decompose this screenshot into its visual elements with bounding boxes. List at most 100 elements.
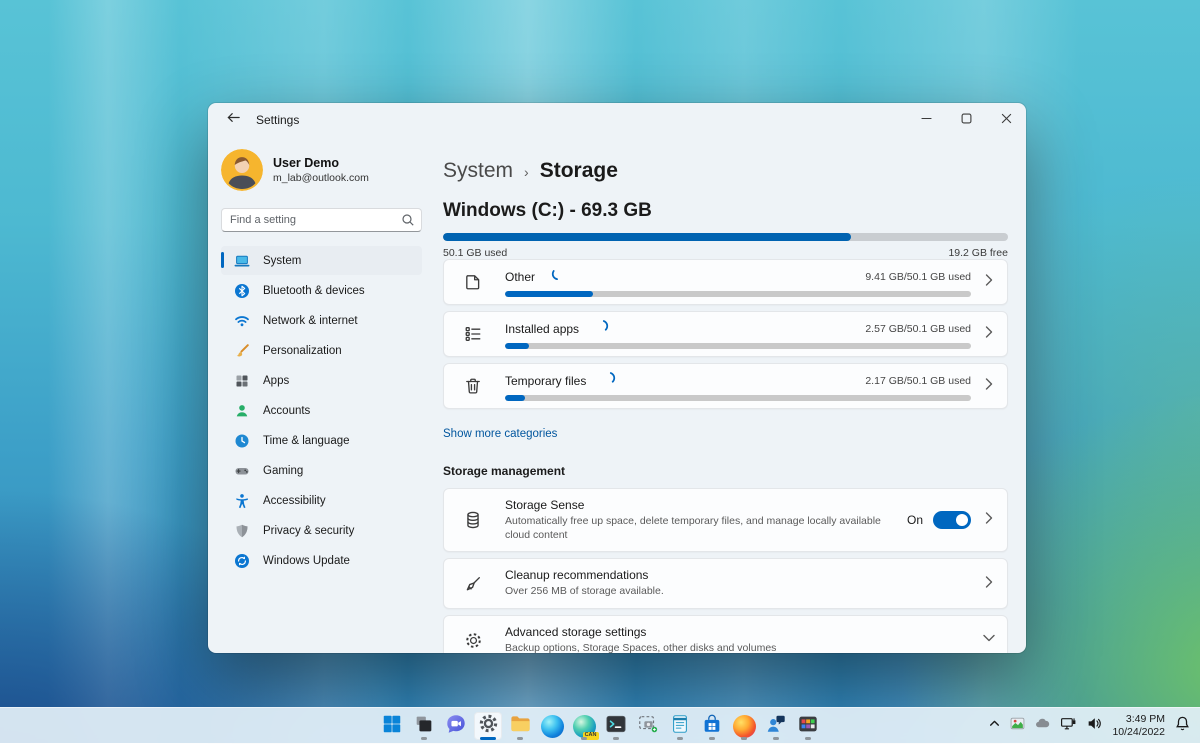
apps-grid-icon [234,373,250,389]
onedrive-button[interactable] [1034,715,1051,737]
close-button[interactable] [986,103,1026,137]
cleanup-description: Over 256 MB of storage available. [505,585,959,599]
category-label: Temporary files [505,374,586,388]
breadcrumb-system[interactable]: System [443,159,513,183]
back-arrow-icon [226,110,241,130]
category-row-other[interactable]: Other 9.41 GB/50.1 GB used [443,259,1008,305]
chevron-right-icon [983,273,995,291]
network-button[interactable] [1060,715,1077,737]
chat-bubble-icon [445,713,467,740]
file-explorer-button[interactable] [506,712,534,740]
titlebar[interactable]: Settings [208,103,1026,137]
sidebar-item-label: Bluetooth & devices [263,285,365,297]
tray-expand-button[interactable] [988,717,1001,735]
sidebar-item-label: Time & language [263,435,350,447]
edge-canary-icon: CAN [573,715,596,738]
update-icon [234,553,250,569]
task-view-icon [413,713,435,740]
terminal-button[interactable] [602,712,630,740]
gamepad-icon [234,463,250,479]
back-button[interactable] [220,107,246,133]
notifications-button[interactable] [1174,715,1191,737]
drive-usage-bar [443,233,1008,241]
firefox-button[interactable] [730,712,758,740]
sidebar-item-time-language[interactable]: Time & language [221,426,422,455]
speaker-icon [1086,715,1103,737]
cleanup-recommendations-row[interactable]: Cleanup recommendations Over 256 MB of s… [443,558,1008,609]
snipping-tool-button[interactable] [634,712,662,740]
clock-time: 3:49 PM [1112,713,1165,726]
toggle-knob [956,514,968,526]
sidebar-item-bluetooth-devices[interactable]: Bluetooth & devices [221,276,422,305]
sidebar-item-label: Apps [263,375,289,387]
wifi-icon [234,313,250,329]
cloud-icon [1034,715,1051,737]
sidebar-item-label: Accessibility [263,495,326,507]
advanced-storage-settings-row[interactable]: Advanced storage settings Backup options… [443,615,1008,653]
store-bag-icon [701,713,723,740]
feedback-hub-button[interactable] [762,712,790,740]
sidebar-item-apps[interactable]: Apps [221,366,422,395]
chevron-right-icon [983,377,995,395]
category-usage: 9.41 GB/50.1 GB used [865,271,971,283]
sidebar-item-system[interactable]: System [221,246,422,275]
sidebar-item-personalization[interactable]: Personalization [221,336,422,365]
sidebar-item-label: System [263,255,301,267]
storage-sense-icon [463,511,483,529]
person-icon [234,403,250,419]
category-row-installed-apps[interactable]: Installed apps 2.57 GB/50.1 GB used [443,311,1008,357]
search-input[interactable] [221,208,422,232]
sidebar-item-label: Windows Update [263,555,350,567]
clock[interactable]: 3:49 PM 10/24/2022 [1112,713,1165,739]
category-usage-bar [505,395,971,401]
tray-app-button[interactable] [1010,716,1025,736]
chevron-right-icon [983,325,995,343]
sidebar-item-network-internet[interactable]: Network & internet [221,306,422,335]
maximize-button[interactable] [946,103,986,137]
system-icon [234,253,250,269]
breadcrumb: System › Storage [443,159,1008,183]
trash-icon [463,377,483,395]
category-row-temporary-files[interactable]: Temporary files 2.17 GB/50.1 GB used [443,363,1008,409]
loading-spinner-icon [595,319,609,338]
minimize-button[interactable] [906,103,946,137]
sidebar: User Demo m_lab@outlook.com System [208,137,434,653]
folder-icon [509,712,532,740]
settings-taskbar-button[interactable] [474,712,502,740]
sidebar-item-gaming[interactable]: Gaming [221,456,422,485]
storage-sense-row[interactable]: Storage Sense Automatically free up spac… [443,488,1008,552]
settings-window: Settings User Demo m_lab@outlook.com [208,103,1026,653]
sidebar-item-label: Accounts [263,405,310,417]
chevron-down-icon [983,631,995,649]
avatar [221,149,263,191]
gear-icon [463,631,483,650]
edge-button[interactable] [538,712,566,740]
edge-canary-button[interactable]: CAN [570,712,598,740]
sidebar-item-label: Network & internet [263,315,358,327]
show-more-categories-link[interactable]: Show more categories [443,428,557,440]
category-usage-bar [505,291,971,297]
sidebar-item-accounts[interactable]: Accounts [221,396,422,425]
sidebar-item-windows-update[interactable]: Windows Update [221,546,422,575]
sidebar-item-label: Personalization [263,345,342,357]
user-profile[interactable]: User Demo m_lab@outlook.com [221,149,422,191]
sidebar-item-privacy-security[interactable]: Privacy & security [221,516,422,545]
installed-apps-icon [463,325,483,343]
start-button[interactable] [378,712,406,740]
category-usage-bar [505,343,971,349]
microsoft-store-button[interactable] [698,712,726,740]
loading-spinner-icon [602,371,616,390]
notepad-button[interactable] [666,712,694,740]
task-view-button[interactable] [410,712,438,740]
other-files-icon [463,273,483,291]
broom-icon [463,575,483,593]
taskbar: CAN [0,707,1200,743]
storage-sense-toggle[interactable] [933,511,971,529]
feedback-person-icon [765,713,787,740]
volume-button[interactable] [1086,715,1103,737]
media-app-button[interactable] [794,712,822,740]
canary-badge: CAN [583,732,599,740]
chat-button[interactable] [442,712,470,740]
chevron-right-icon [983,511,995,529]
sidebar-item-accessibility[interactable]: Accessibility [221,486,422,515]
